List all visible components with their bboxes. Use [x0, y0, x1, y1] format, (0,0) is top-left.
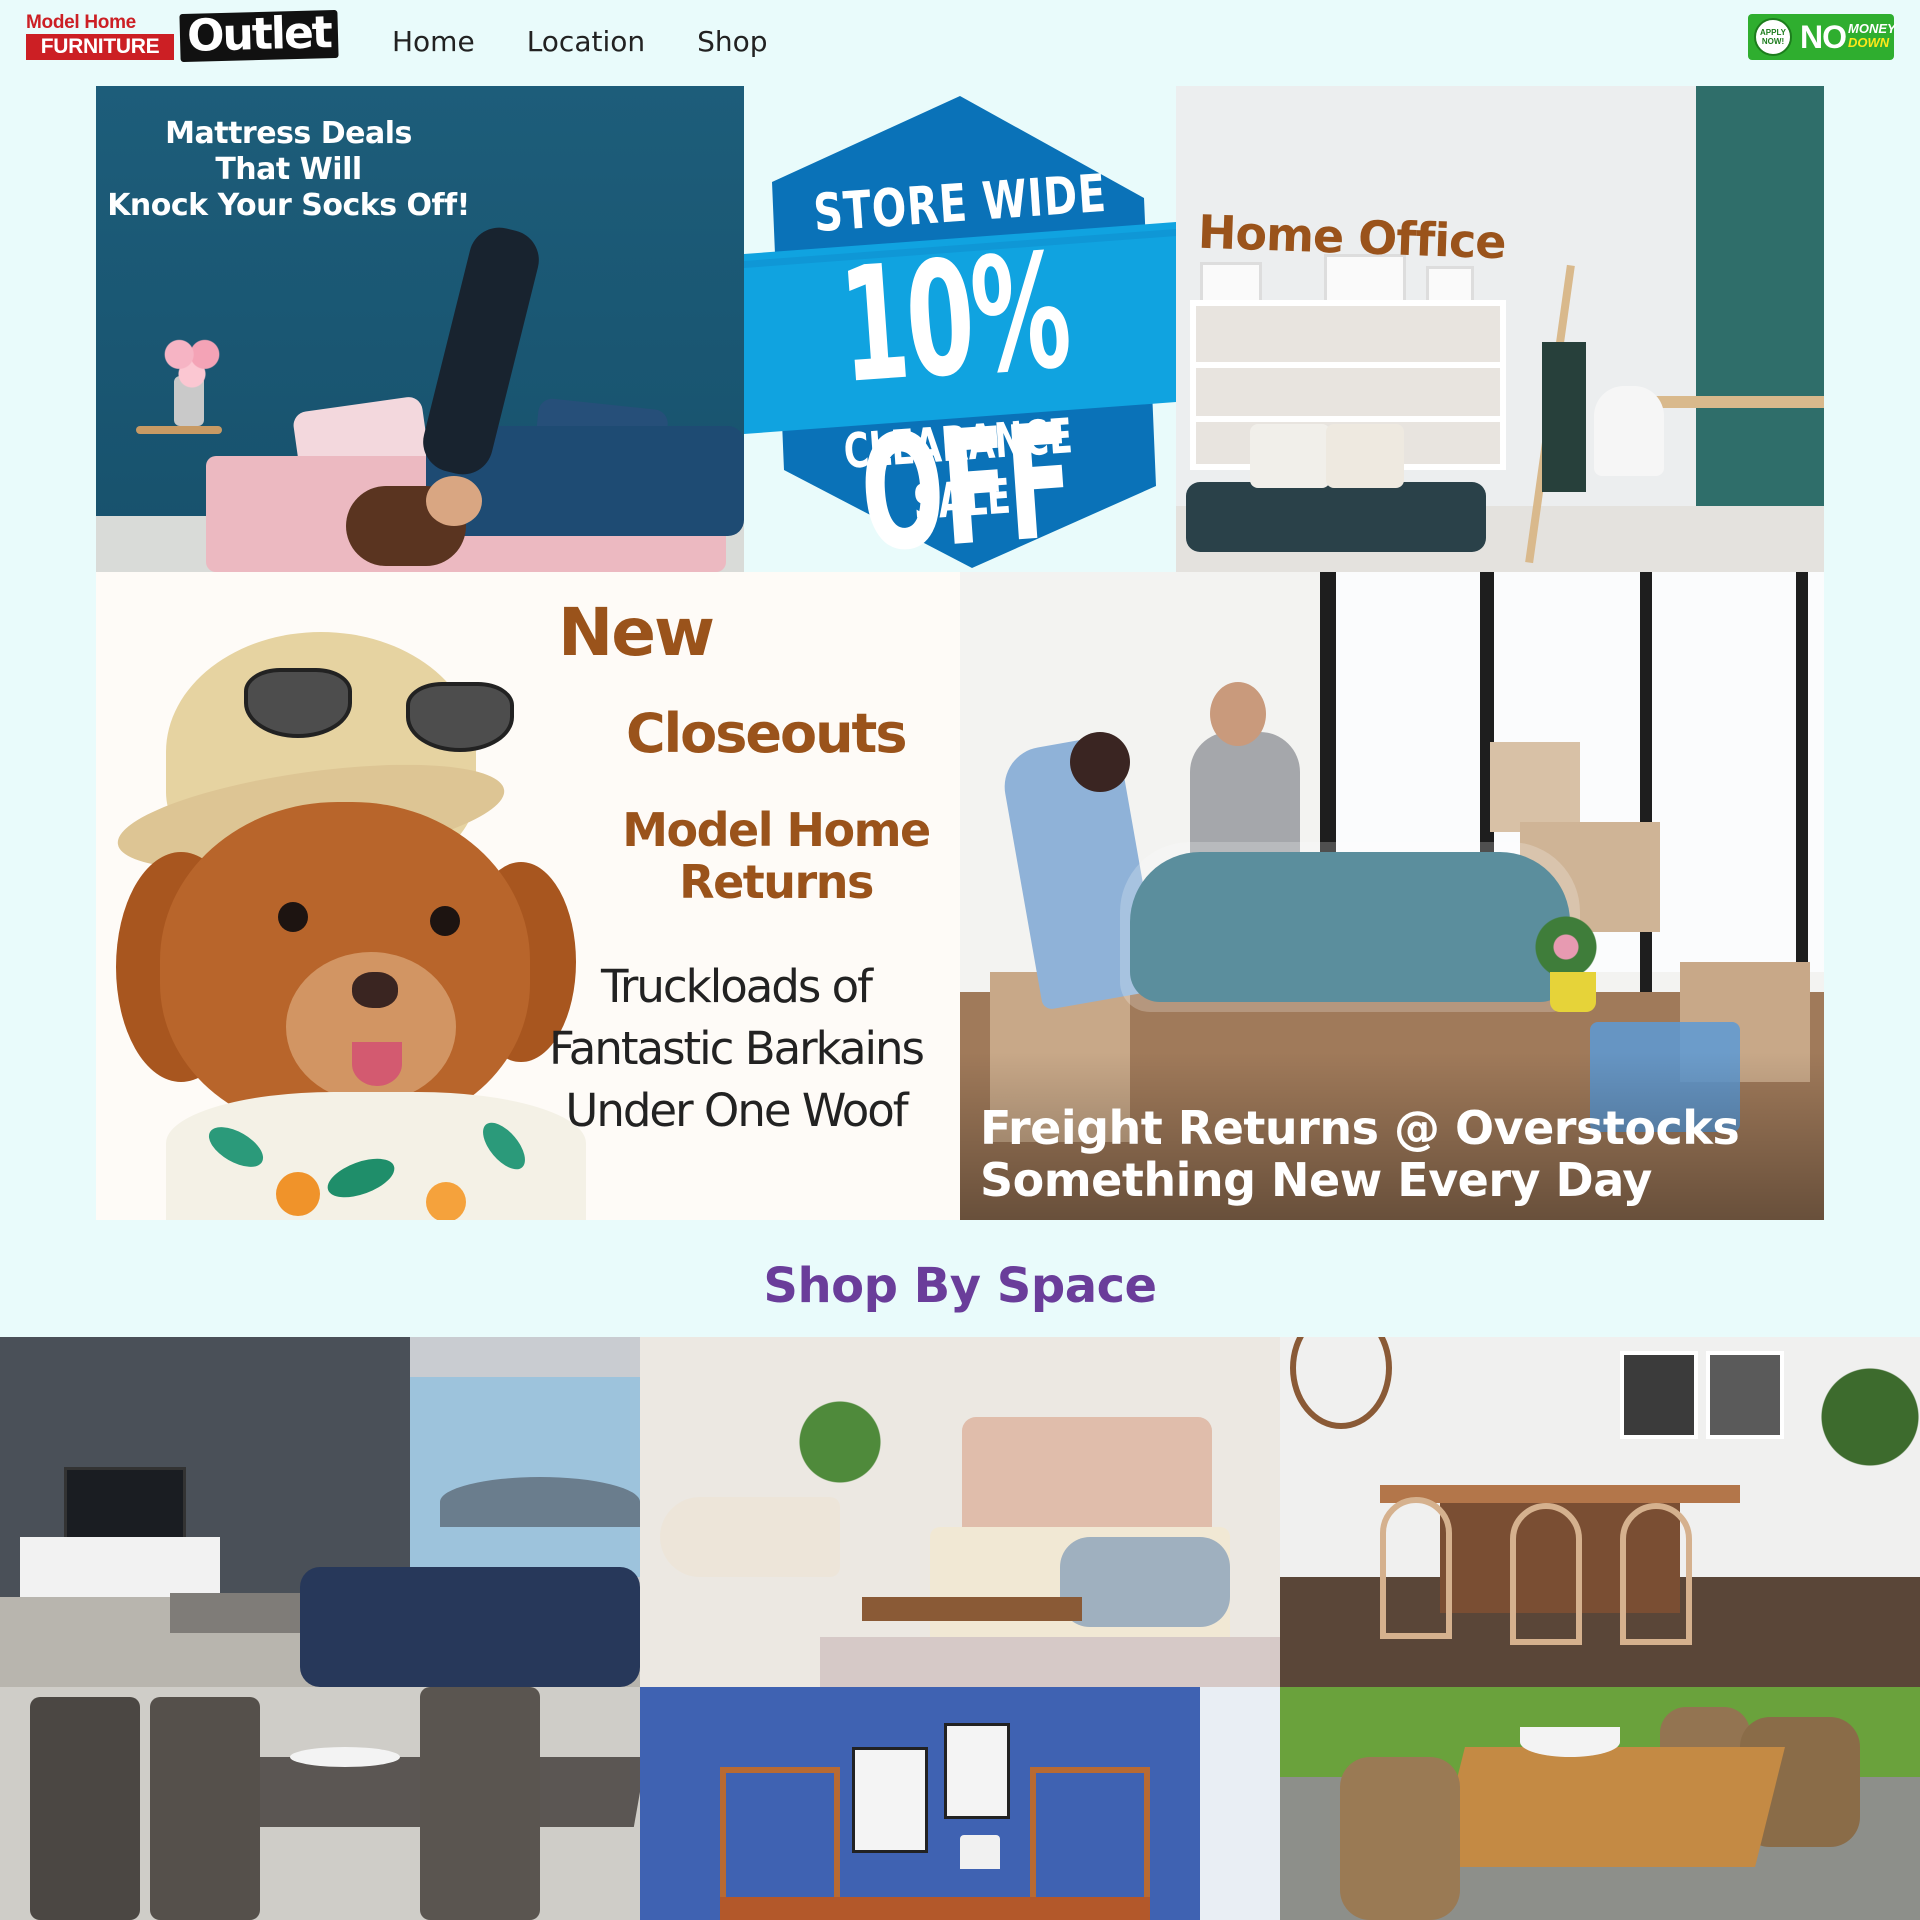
- person-head: [1070, 732, 1130, 792]
- apply-now-text: APPLY NOW!: [1760, 28, 1786, 46]
- closeouts-new: New: [558, 594, 715, 671]
- rug: [820, 1637, 1280, 1687]
- closeouts-banner[interactable]: New Closeouts Model Home Returns Trucklo…: [96, 572, 960, 1220]
- television: [64, 1467, 186, 1543]
- wall-art: [1620, 1351, 1698, 1439]
- desk: [1636, 396, 1824, 408]
- window-frame: [1796, 572, 1808, 992]
- shelf-board: [1190, 416, 1506, 422]
- plant-pot: [1550, 972, 1596, 1012]
- dining-chair: [150, 1697, 260, 1920]
- window: [1200, 1687, 1280, 1920]
- freight-returns-text: Freight Returns @ Overstocks Something N…: [980, 1101, 1740, 1207]
- wall-art: [944, 1723, 1010, 1819]
- shirt-pattern: [276, 1172, 320, 1216]
- logo-bottom-text: FURNITURE: [26, 34, 174, 60]
- dining-chair: [1510, 1503, 1582, 1645]
- floor-cushion: [1186, 482, 1486, 552]
- throw-blanket: [1060, 1537, 1230, 1627]
- sale-clearance: CLEARANCE SALE: [841, 408, 1075, 532]
- wall-art: [1706, 1351, 1784, 1439]
- no-money-down-badge[interactable]: APPLY NOW! NO MONEY DOWN: [1748, 14, 1896, 60]
- mattress-deals-banner[interactable]: Mattress Deals That Will Knock Your Sock…: [96, 86, 744, 572]
- logo-top-text: Model Home: [26, 12, 136, 33]
- desk: [720, 1897, 1150, 1920]
- dog-nose: [352, 972, 398, 1008]
- person-head: [1210, 682, 1266, 746]
- nav-location[interactable]: Location: [527, 25, 645, 58]
- round-mirror: [1290, 1337, 1392, 1429]
- patio-table: [1435, 1747, 1785, 1867]
- wall-art: [852, 1747, 928, 1853]
- main-nav: Home Location Shop: [392, 25, 768, 58]
- desk-lamp: [960, 1835, 1000, 1869]
- badge-money: MONEY: [1848, 21, 1896, 36]
- dining-table: [1380, 1485, 1740, 1503]
- sectional-sofa: [300, 1567, 640, 1687]
- plastic-wrap: [1120, 842, 1580, 1012]
- mattress-deals-text: Mattress Deals That Will Knock Your Sock…: [107, 116, 470, 223]
- freight-returns-banner[interactable]: Freight Returns @ Overstocks Something N…: [960, 572, 1824, 1220]
- sunglasses-lens: [406, 682, 514, 752]
- space-tile-outdoor-patio[interactable]: [1280, 1687, 1920, 1920]
- bed-bench: [862, 1597, 1082, 1621]
- nav-home[interactable]: Home: [392, 25, 475, 58]
- desk-chair: [1594, 386, 1664, 476]
- centerpiece-bowl: [1520, 1727, 1620, 1757]
- sunglasses-lens: [244, 668, 352, 738]
- model-home-returns: Model Home Returns: [622, 803, 931, 909]
- logo-outlet-text: Outlet: [179, 7, 339, 63]
- plates: [290, 1747, 400, 1767]
- person-face: [426, 476, 482, 526]
- dog-tongue: [352, 1042, 402, 1086]
- pillow: [1250, 424, 1330, 488]
- closeouts-heading: Closeouts: [626, 702, 908, 765]
- badge-no-text: NO: [1800, 19, 1847, 55]
- potted-plant: [1820, 1337, 1920, 1537]
- badge-money-down-text: MONEY DOWN: [1848, 22, 1896, 50]
- badge-down: DOWN: [1848, 35, 1890, 50]
- space-tile-living-room[interactable]: [0, 1337, 640, 1687]
- media-console: [20, 1537, 220, 1597]
- chaise-lounge: [660, 1497, 840, 1577]
- space-tile-bedroom[interactable]: [640, 1337, 1280, 1687]
- pillow: [1326, 424, 1404, 488]
- potted-plant: [790, 1377, 890, 1507]
- shirt-pattern: [426, 1182, 466, 1220]
- home-office-title: Home Office: [1197, 204, 1507, 270]
- apply-now-seal: APPLY NOW!: [1754, 18, 1792, 56]
- truckloads-tagline: Truckloads of Fantastic Barkains Under O…: [549, 960, 925, 1137]
- dog-eye: [278, 902, 308, 932]
- dining-chair: [1620, 1503, 1692, 1645]
- moving-box: [1490, 742, 1580, 832]
- home-office-banner[interactable]: Home Office: [1176, 86, 1824, 572]
- accent-wall: [1696, 86, 1824, 572]
- dining-chair: [1380, 1497, 1452, 1639]
- logo-wordmark: Model Home FURNITURE: [26, 12, 174, 60]
- dog-eye: [430, 906, 460, 936]
- throw-blanket: [1542, 342, 1586, 492]
- side-table: [136, 426, 222, 434]
- dining-chair: [420, 1687, 540, 1920]
- mountain-view: [440, 1477, 640, 1527]
- flowers: [160, 332, 224, 388]
- clearance-sale-banner[interactable]: STORE WIDE 10% OFF CLEARANCE SALE: [744, 86, 1176, 572]
- shop-by-space-heading: Shop By Space: [763, 1258, 1157, 1314]
- site-logo[interactable]: Model Home FURNITURE Outlet: [26, 7, 339, 63]
- dining-chair: [30, 1697, 140, 1920]
- space-tile-dining-set[interactable]: [0, 1687, 640, 1920]
- wicker-chair: [1340, 1757, 1460, 1920]
- nav-shop[interactable]: Shop: [697, 25, 767, 58]
- space-tile-home-office[interactable]: [640, 1687, 1280, 1920]
- space-tile-dining-room[interactable]: [1280, 1337, 1920, 1687]
- shelf-board: [1190, 362, 1506, 368]
